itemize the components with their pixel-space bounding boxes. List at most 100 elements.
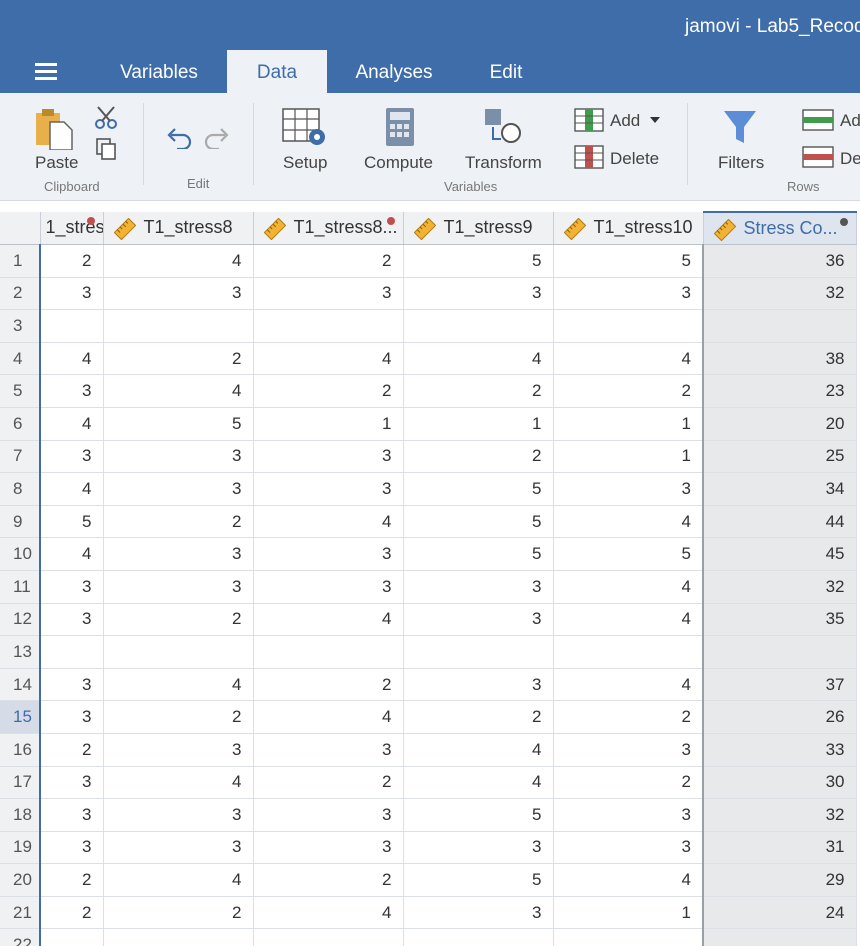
table-row[interactable]: 10 4 3 3 5 5 45 bbox=[0, 537, 857, 571]
table-cell[interactable]: 3 bbox=[103, 570, 254, 604]
table-cell[interactable]: 4 bbox=[103, 668, 254, 702]
table-cell[interactable]: 34 bbox=[702, 472, 857, 506]
table-cell[interactable]: 3 bbox=[253, 570, 404, 604]
delete-row-button-label[interactable]: De bbox=[840, 149, 860, 169]
row-number[interactable]: 16 bbox=[0, 733, 41, 767]
table-cell[interactable]: 3 bbox=[553, 733, 704, 767]
table-cell[interactable] bbox=[40, 635, 104, 669]
table-cell[interactable]: 2 bbox=[253, 668, 404, 702]
table-cell[interactable] bbox=[253, 309, 404, 343]
table-cell[interactable]: 2 bbox=[403, 374, 554, 408]
compute-button-label[interactable]: Compute bbox=[364, 153, 433, 173]
table-cell[interactable] bbox=[103, 635, 254, 669]
row-number[interactable]: 15 bbox=[0, 700, 41, 734]
table-row[interactable]: 22 bbox=[0, 928, 857, 946]
transform-icon[interactable] bbox=[483, 107, 525, 147]
table-cell[interactable]: 4 bbox=[553, 342, 704, 376]
scissors-icon[interactable] bbox=[94, 105, 120, 131]
row-number[interactable]: 19 bbox=[0, 831, 41, 865]
table-cell[interactable]: 3 bbox=[40, 766, 104, 800]
table-cell[interactable]: 3 bbox=[253, 537, 404, 571]
table-cell[interactable]: 3 bbox=[403, 896, 554, 930]
table-cell[interactable]: 3 bbox=[553, 472, 704, 506]
table-row[interactable]: 21 2 2 4 3 1 24 bbox=[0, 896, 857, 930]
paste-button-label[interactable]: Paste bbox=[35, 153, 78, 173]
table-cell[interactable] bbox=[403, 635, 554, 669]
row-number[interactable]: 14 bbox=[0, 668, 41, 702]
row-number[interactable]: 11 bbox=[0, 570, 41, 604]
tab-data[interactable]: Data bbox=[227, 50, 327, 93]
table-cell[interactable]: 3 bbox=[103, 472, 254, 506]
calculator-icon[interactable] bbox=[385, 107, 415, 147]
table-row[interactable]: 13 bbox=[0, 635, 857, 669]
table-cell[interactable]: 29 bbox=[702, 863, 857, 897]
table-cell[interactable]: 4 bbox=[553, 603, 704, 637]
row-number[interactable]: 4 bbox=[0, 342, 41, 376]
row-number[interactable]: 20 bbox=[0, 863, 41, 897]
table-row[interactable]: 3 bbox=[0, 309, 857, 343]
filters-button-label[interactable]: Filters bbox=[718, 153, 764, 173]
redo-icon[interactable] bbox=[203, 125, 229, 149]
table-row[interactable]: 16 2 3 3 4 3 33 bbox=[0, 733, 857, 767]
table-cell[interactable] bbox=[553, 928, 704, 946]
setup-button-label[interactable]: Setup bbox=[283, 153, 327, 173]
table-cell[interactable]: 3 bbox=[553, 798, 704, 832]
row-number[interactable]: 10 bbox=[0, 537, 41, 571]
filter-icon[interactable] bbox=[722, 107, 758, 147]
table-cell[interactable]: 3 bbox=[253, 831, 404, 865]
row-number[interactable]: 22 bbox=[0, 928, 41, 946]
table-row[interactable]: 18 3 3 3 5 3 32 bbox=[0, 798, 857, 832]
table-cell[interactable]: 31 bbox=[702, 831, 857, 865]
data-grid[interactable]: 1_stress7... T1_stress8 T1_stress8... T1_st… bbox=[0, 211, 860, 946]
column-header[interactable]: T1_stress10 bbox=[553, 212, 704, 245]
column-header[interactable]: T1_stress9 bbox=[403, 212, 554, 245]
undo-icon[interactable] bbox=[167, 125, 193, 149]
table-cell[interactable]: 5 bbox=[553, 537, 704, 571]
table-cell[interactable]: 26 bbox=[702, 700, 857, 734]
add-column-icon[interactable] bbox=[574, 108, 604, 132]
table-cell[interactable]: 1 bbox=[403, 407, 554, 441]
table-cell[interactable]: 2 bbox=[40, 863, 104, 897]
table-cell[interactable]: 2 bbox=[403, 700, 554, 734]
table-cell[interactable]: 4 bbox=[40, 342, 104, 376]
row-number[interactable]: 6 bbox=[0, 407, 41, 441]
table-cell[interactable]: 2 bbox=[253, 766, 404, 800]
chevron-down-icon[interactable] bbox=[650, 117, 660, 123]
table-cell[interactable]: 3 bbox=[403, 831, 554, 865]
row-number[interactable]: 7 bbox=[0, 440, 41, 474]
table-cell[interactable]: 1 bbox=[553, 407, 704, 441]
tab-edit[interactable]: Edit bbox=[470, 50, 542, 93]
spreadsheet-table[interactable]: 1_stress7... T1_stress8 T1_stress8... T1_st… bbox=[0, 211, 857, 946]
row-number[interactable]: 13 bbox=[0, 635, 41, 669]
table-cell[interactable]: 4 bbox=[553, 505, 704, 539]
table-cell[interactable]: 3 bbox=[40, 798, 104, 832]
table-row[interactable]: 5 3 4 2 2 2 23 bbox=[0, 374, 857, 408]
table-cell[interactable]: 5 bbox=[403, 537, 554, 571]
table-cell[interactable]: 44 bbox=[702, 505, 857, 539]
table-cell[interactable]: 32 bbox=[702, 570, 857, 604]
table-row[interactable]: 20 2 4 2 5 4 29 bbox=[0, 863, 857, 897]
row-number[interactable]: 21 bbox=[0, 896, 41, 930]
table-cell[interactable]: 3 bbox=[103, 798, 254, 832]
table-cell[interactable]: 2 bbox=[253, 244, 404, 278]
table-cell[interactable]: 32 bbox=[702, 277, 857, 311]
table-cell[interactable]: 35 bbox=[702, 603, 857, 637]
table-cell[interactable]: 4 bbox=[403, 733, 554, 767]
table-cell[interactable]: 2 bbox=[553, 766, 704, 800]
table-cell[interactable] bbox=[103, 928, 254, 946]
table-row[interactable]: 14 3 4 2 3 4 37 bbox=[0, 668, 857, 702]
table-cell[interactable]: 1 bbox=[553, 896, 704, 930]
table-cell[interactable] bbox=[553, 635, 704, 669]
table-row[interactable]: 12 3 2 4 3 4 35 bbox=[0, 603, 857, 637]
table-row[interactable]: 1 2 4 2 5 5 36 bbox=[0, 244, 857, 278]
table-cell[interactable] bbox=[253, 928, 404, 946]
row-number[interactable]: 1 bbox=[0, 244, 41, 278]
table-cell[interactable]: 2 bbox=[103, 505, 254, 539]
table-cell[interactable]: 5 bbox=[40, 505, 104, 539]
table-cell[interactable]: 3 bbox=[403, 603, 554, 637]
transform-button-label[interactable]: Transform bbox=[465, 153, 542, 173]
table-cell[interactable]: 2 bbox=[103, 700, 254, 734]
table-cell[interactable]: 4 bbox=[253, 896, 404, 930]
row-number[interactable]: 9 bbox=[0, 505, 41, 539]
table-cell[interactable]: 2 bbox=[103, 896, 254, 930]
